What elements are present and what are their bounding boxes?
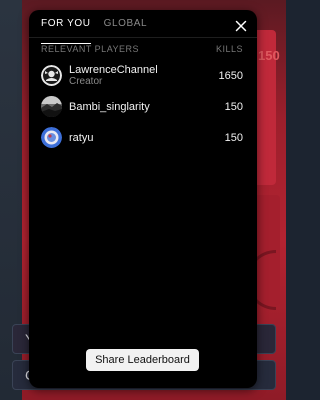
player-kills: 150 bbox=[224, 100, 243, 113]
leaderboard-header: RELEVANT PLAYERS KILLS bbox=[41, 44, 243, 54]
player-kills: 150 bbox=[224, 131, 243, 144]
tabs-divider bbox=[29, 37, 257, 38]
player-kills: 1650 bbox=[218, 69, 243, 82]
tab-global[interactable]: GLOBAL bbox=[104, 18, 148, 44]
player-row[interactable]: ratyu 150 bbox=[41, 122, 243, 153]
background-number: 150 bbox=[258, 48, 280, 63]
close-icon[interactable] bbox=[235, 19, 247, 32]
player-avatar bbox=[41, 127, 62, 148]
kills-column-header: KILLS bbox=[215, 44, 243, 54]
player-name: Bambi_singlarity bbox=[69, 100, 150, 113]
player-name: LawrenceChannel bbox=[69, 63, 158, 76]
player-row[interactable]: Bambi_singlarity 150 bbox=[41, 91, 243, 122]
leaderboard-modal: FOR YOU GLOBAL RELEVANT PLAYERS KILLS La… bbox=[29, 10, 257, 388]
tab-for-you[interactable]: FOR YOU bbox=[41, 18, 91, 44]
players-list: LawrenceChannel Creator 1650 Bambi_singl… bbox=[41, 60, 243, 153]
players-column-header: RELEVANT PLAYERS bbox=[41, 44, 140, 54]
player-name: ratyu bbox=[69, 131, 94, 144]
player-role: Creator bbox=[69, 75, 103, 87]
player-avatar bbox=[41, 65, 62, 86]
leaderboard-tabs: FOR YOU GLOBAL bbox=[41, 18, 160, 44]
share-leaderboard-button[interactable]: Share Leaderboard bbox=[86, 349, 199, 371]
player-row[interactable]: LawrenceChannel Creator 1650 bbox=[41, 60, 243, 91]
player-avatar bbox=[41, 96, 62, 117]
